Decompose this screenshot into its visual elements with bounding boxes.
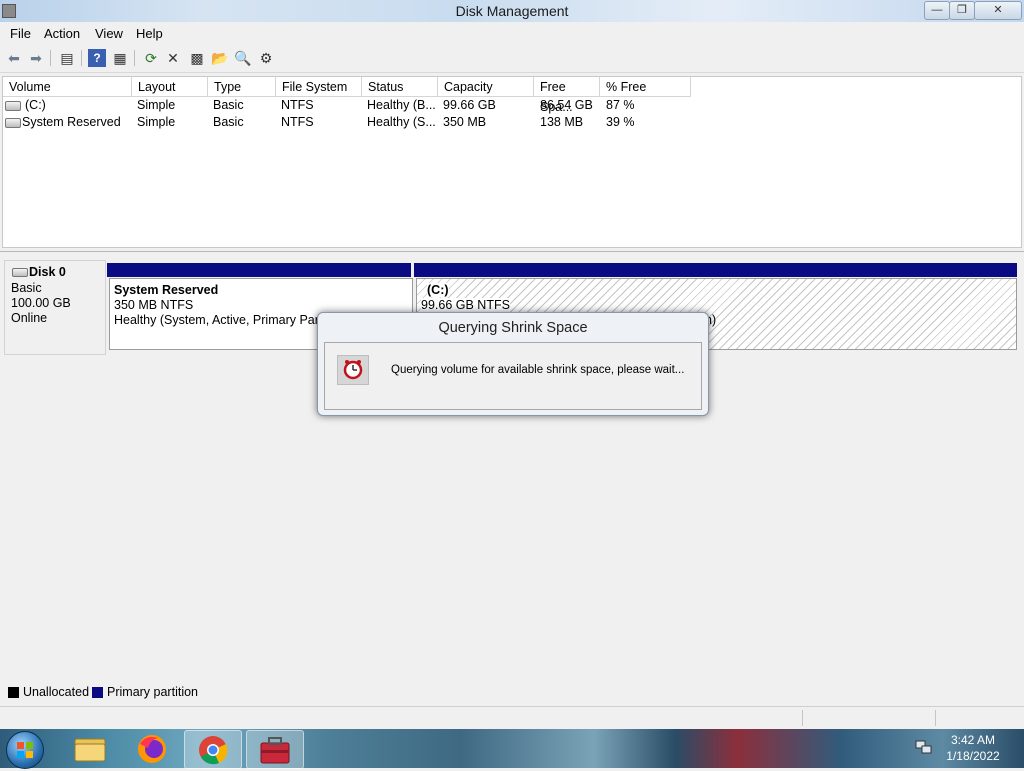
- toolbar: ⬅ ➡ ▤ ? ▦ ⟳ ✕ ▩ 📂 🔍 ⚙: [0, 44, 1024, 73]
- column-header-percent-free[interactable]: % Free: [600, 77, 691, 97]
- cell-status: Healthy (S...: [367, 115, 436, 129]
- status-separator: [935, 710, 936, 726]
- chrome-icon: [199, 736, 228, 765]
- toolbox-icon: [260, 737, 290, 764]
- network-icon[interactable]: [914, 739, 932, 755]
- search-icon[interactable]: 🔍: [234, 49, 252, 67]
- column-header-status[interactable]: Status: [362, 77, 438, 97]
- disk-name: Disk 0: [29, 265, 66, 279]
- status-separator: [802, 710, 803, 726]
- status-bar: [0, 706, 1024, 729]
- partition-bar-c: [414, 263, 1017, 277]
- cell-capacity: 350 MB: [443, 115, 487, 129]
- partition-size: 350 MB NTFS: [114, 298, 194, 312]
- open-folder-icon[interactable]: 📂: [211, 49, 229, 67]
- partition-name: System Reserved: [114, 283, 219, 297]
- help-icon[interactable]: ?: [88, 49, 106, 67]
- properties-grid-icon[interactable]: ▦: [111, 49, 129, 67]
- partition-name: (C:): [427, 283, 449, 297]
- cell-file-system: NTFS: [281, 98, 314, 112]
- toolbar-separator: [134, 50, 135, 66]
- file-explorer-icon: [74, 738, 106, 762]
- close-button[interactable]: ✕: [974, 1, 1022, 20]
- menu-file[interactable]: File: [10, 26, 31, 41]
- settings-icon[interactable]: ⚙: [257, 49, 275, 67]
- column-header-file-system[interactable]: File System: [276, 77, 362, 97]
- menu-help[interactable]: Help: [136, 26, 163, 41]
- column-header-free-space[interactable]: Free Spa...: [534, 77, 600, 114]
- firefox-icon: [138, 735, 166, 763]
- querying-shrink-space-dialog: Querying Shrink Space Querying volume fo…: [317, 312, 709, 416]
- taskbar-firefox[interactable]: [124, 730, 180, 767]
- column-header-type[interactable]: Type: [208, 77, 276, 97]
- menu-view[interactable]: View: [95, 26, 123, 41]
- column-header-capacity[interactable]: Capacity: [438, 77, 534, 97]
- disk-type: Basic: [11, 281, 42, 295]
- cell-percent-free: 87 %: [606, 98, 635, 112]
- cell-layout: Simple: [137, 98, 176, 112]
- legend-label-primary: Primary partition: [107, 685, 198, 699]
- cell-free-space: 138 MB: [540, 115, 584, 129]
- dialog-message: Querying volume for available shrink spa…: [391, 364, 685, 376]
- cell-capacity: 99.66 GB: [443, 98, 496, 112]
- disk-label-panel[interactable]: Disk 0 Basic 100.00 GB Online: [4, 260, 106, 355]
- disk-icon: [12, 268, 28, 277]
- partition-size: 99.66 GB NTFS: [421, 298, 510, 312]
- title-bar: Disk Management — ❐ ✕: [0, 0, 1024, 22]
- disk-state: Online: [11, 311, 48, 325]
- menu-bar: File Action View Help: [0, 22, 1024, 44]
- start-orb-icon[interactable]: [6, 731, 44, 769]
- back-arrow-icon[interactable]: ⬅: [5, 49, 23, 67]
- drive-icon: [5, 118, 21, 128]
- taskbar-toolbox[interactable]: [246, 730, 304, 769]
- dialog-body: Querying volume for available shrink spa…: [324, 342, 702, 410]
- cell-volume: (C:): [25, 98, 46, 112]
- menu-action[interactable]: Action: [44, 26, 80, 41]
- cell-percent-free: 39 %: [606, 115, 635, 129]
- disk-size: 100.00 GB: [11, 296, 71, 310]
- restore-button[interactable]: ❐: [949, 1, 975, 20]
- clock-date[interactable]: 1/18/2022: [938, 749, 1008, 763]
- clock-time[interactable]: 3:42 AM: [938, 733, 1008, 747]
- drive-icon: [5, 101, 21, 111]
- column-header-layout[interactable]: Layout: [132, 77, 208, 97]
- partition-status: Healthy (System, Active, Primary Partiti: [114, 313, 332, 327]
- cell-type: Basic: [213, 115, 244, 129]
- properties-icon[interactable]: ▩: [188, 49, 206, 67]
- cell-layout: Simple: [137, 115, 176, 129]
- cell-free-space: 86.54 GB: [540, 98, 593, 112]
- volume-list: Volume Layout Type File System Status Ca…: [2, 76, 1022, 248]
- partition-bar-system-reserved: [107, 263, 411, 277]
- clock-icon: [343, 360, 363, 380]
- console-tree-icon[interactable]: ▤: [58, 49, 76, 67]
- forward-arrow-icon[interactable]: ➡: [27, 49, 45, 67]
- taskbar-chrome[interactable]: [184, 730, 242, 769]
- clock-icon-frame: [337, 355, 369, 385]
- window-title: Disk Management: [455, 3, 569, 19]
- taskbar: 3:42 AM 1/18/2022: [0, 729, 1024, 769]
- toolbar-separator: [81, 50, 82, 66]
- toolbar-separator: [50, 50, 51, 66]
- cell-status: Healthy (B...: [367, 98, 436, 112]
- refresh-icon[interactable]: ⟳: [142, 49, 160, 67]
- delete-icon[interactable]: ✕: [164, 49, 182, 67]
- cell-volume: System Reserved: [22, 115, 121, 129]
- minimize-button[interactable]: —: [924, 1, 950, 20]
- cell-file-system: NTFS: [281, 115, 314, 129]
- legend-label-unallocated: Unallocated: [23, 685, 90, 699]
- column-header-volume[interactable]: Volume: [3, 77, 132, 97]
- legend-swatch-primary: [92, 687, 103, 698]
- taskbar-file-explorer[interactable]: [62, 730, 118, 767]
- cell-type: Basic: [213, 98, 244, 112]
- dialog-title: Querying Shrink Space: [438, 320, 588, 336]
- legend: Unallocated Primary partition: [0, 683, 1024, 703]
- legend-swatch-unallocated: [8, 687, 19, 698]
